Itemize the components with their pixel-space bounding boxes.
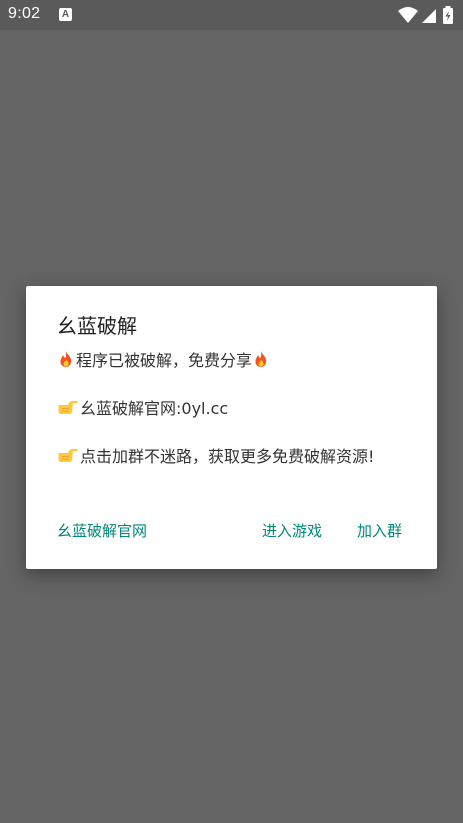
official-site-button[interactable]: 幺蓝破解官网 xyxy=(57,520,147,541)
message-line-2: 幺蓝破解官网:0yl.cc xyxy=(57,397,407,421)
status-bar: 9:02 A xyxy=(0,0,463,30)
message-line-3-text: 点击加群不迷路，获取更多免费破解资源! xyxy=(80,447,375,466)
dialog-button-bar: 幺蓝破解官网 进入游戏 加入群 xyxy=(26,520,437,548)
message-spacer xyxy=(57,421,407,445)
battery-charging-icon xyxy=(443,6,453,24)
pointing-right-hand-icon xyxy=(58,401,78,414)
message-line-2-text: 幺蓝破解官网:0yl.cc xyxy=(80,399,229,418)
message-line-1: 程序已被破解，免费分享 xyxy=(57,349,407,373)
notification-a-icon: A xyxy=(59,8,72,21)
cell-signal-icon xyxy=(422,9,436,23)
join-group-button[interactable]: 加入群 xyxy=(357,520,402,541)
alert-dialog: 幺蓝破解 程序已被破解，免费分享 幺蓝破解官网:0yl.cc 点击加群不迷路，获… xyxy=(26,286,437,569)
status-icons xyxy=(397,5,455,25)
dialog-title: 幺蓝破解 xyxy=(57,314,137,338)
wifi-icon xyxy=(398,7,418,23)
pointing-right-hand-icon xyxy=(58,449,78,462)
fire-icon xyxy=(60,351,72,367)
dialog-message: 程序已被破解，免费分享 幺蓝破解官网:0yl.cc 点击加群不迷路，获取更多免费… xyxy=(57,349,407,469)
screen: 9:02 A 幺蓝破解 程序已被破解，免费分享 幺蓝破解官网:0yl.cc 点击… xyxy=(0,0,463,823)
notification-badge-label: A xyxy=(61,9,70,20)
status-time: 9:02 xyxy=(8,5,41,22)
message-line-3: 点击加群不迷路，获取更多免费破解资源! xyxy=(57,445,402,469)
message-spacer xyxy=(57,373,407,397)
fire-icon xyxy=(255,351,267,367)
message-line-1-text: 程序已被破解，免费分享 xyxy=(76,351,253,370)
enter-game-button[interactable]: 进入游戏 xyxy=(262,520,322,541)
